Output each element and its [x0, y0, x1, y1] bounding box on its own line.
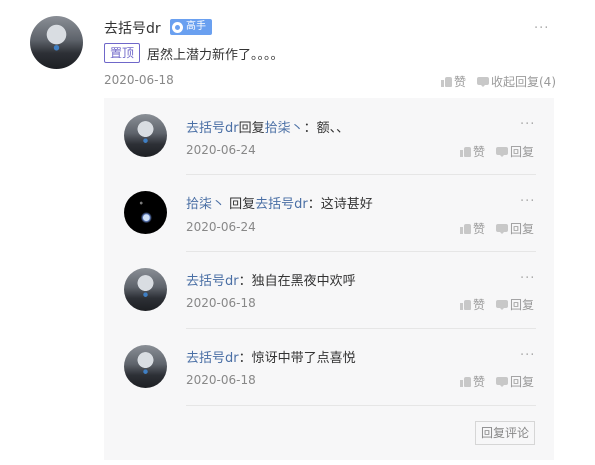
reply-author-link[interactable]: 拾柒丶	[186, 197, 225, 212]
collapse-replies-button[interactable]: 收起回复(4)	[477, 73, 556, 90]
divider	[186, 405, 536, 406]
reply-more-icon[interactable]: ···	[520, 272, 535, 285]
thumbs-up-icon	[460, 223, 471, 234]
reply-label: 回复	[510, 375, 535, 389]
comment-icon	[477, 76, 489, 87]
reply-reply-button[interactable]: 回复	[496, 296, 534, 313]
reply-more-icon[interactable]: ···	[520, 118, 535, 131]
reply-text-line: 去括号dr回复拾柒丶：额、、	[186, 117, 349, 136]
reply-text: ：惊讶中带了点喜悦	[238, 351, 356, 366]
comment-icon	[496, 376, 508, 387]
reply-comment-button[interactable]: 回复评论	[475, 421, 536, 445]
reply-label: 回复	[510, 145, 535, 159]
reply-label: 回复	[510, 298, 535, 312]
reply-text: ：额、、	[303, 121, 350, 136]
thumbs-up-icon	[441, 76, 452, 87]
post-content: 居然上潜力新作了。。。。	[147, 48, 284, 63]
avatar[interactable]	[30, 16, 83, 69]
reply-like-button[interactable]: 赞	[460, 220, 485, 237]
like-label: 赞	[473, 375, 486, 389]
reply-avatar[interactable]	[124, 345, 167, 388]
badge-label: 高手	[186, 21, 206, 32]
reply-reply-button[interactable]: 回复	[496, 143, 534, 160]
comment-icon	[496, 146, 508, 157]
reply-date: 2020-06-24	[186, 220, 256, 234]
divider	[186, 328, 536, 329]
thumbs-up-icon	[460, 146, 471, 157]
reply-panel: 去括号dr回复拾柒丶：额、、 ··· 2020-06-24 赞 回复 拾柒丶 回…	[104, 98, 554, 460]
reply-author-link[interactable]: 去括号dr	[186, 274, 239, 289]
reply-text: ：独自在黑夜中欢呼	[238, 274, 356, 289]
reply-like-button[interactable]: 赞	[460, 373, 485, 390]
post-author-name[interactable]: 去括号dr	[104, 18, 161, 38]
like-button[interactable]: 赞	[441, 73, 466, 90]
reply-more-icon[interactable]: ···	[520, 195, 535, 208]
pinned-tag: 置顶	[104, 43, 141, 63]
reply-label: 回复	[510, 222, 535, 236]
reply-target-link[interactable]: 拾柒丶	[265, 121, 304, 136]
reply-word: 回复	[238, 121, 265, 136]
level-badge: 高手	[170, 19, 212, 35]
reply-like-button[interactable]: 赞	[460, 296, 485, 313]
thumbs-up-icon	[460, 299, 471, 310]
reply-more-icon[interactable]: ···	[520, 349, 535, 362]
reply-reply-button[interactable]: 回复	[496, 220, 534, 237]
like-label: 赞	[473, 298, 486, 312]
more-options-icon[interactable]: ···	[534, 22, 549, 35]
reply-author-link[interactable]: 去括号dr	[186, 121, 239, 136]
thumbs-up-icon	[460, 376, 471, 387]
reply-text-line: 拾柒丶 回复去括号dr：这诗甚好	[186, 193, 373, 212]
divider	[186, 251, 536, 252]
reply-avatar[interactable]	[124, 114, 167, 157]
reply-word: 回复	[225, 197, 256, 212]
reply-date: 2020-06-18	[186, 296, 256, 310]
reply-text-line: 去括号dr：惊讶中带了点喜悦	[186, 347, 356, 366]
comment-icon	[496, 223, 508, 234]
reply-text-line: 去括号dr：独自在黑夜中欢呼	[186, 270, 356, 289]
divider	[186, 174, 536, 175]
reply-reply-button[interactable]: 回复	[496, 373, 534, 390]
reply-date: 2020-06-18	[186, 373, 256, 387]
collapse-replies-label: 收起回复(4)	[491, 75, 556, 89]
reply-author-link[interactable]: 去括号dr	[186, 351, 239, 366]
post-date: 2020-06-18	[104, 73, 174, 87]
reply-avatar[interactable]	[124, 268, 167, 311]
like-label: 赞	[473, 145, 486, 159]
like-label: 赞	[473, 222, 486, 236]
reply-target-link[interactable]: 去括号dr	[255, 197, 308, 212]
like-label: 赞	[454, 75, 467, 89]
reply-like-button[interactable]: 赞	[460, 143, 485, 160]
reply-text: ：这诗甚好	[307, 197, 373, 212]
reply-date: 2020-06-24	[186, 143, 256, 157]
comment-icon	[496, 299, 508, 310]
badge-icon	[172, 21, 183, 33]
reply-avatar[interactable]	[124, 191, 167, 234]
